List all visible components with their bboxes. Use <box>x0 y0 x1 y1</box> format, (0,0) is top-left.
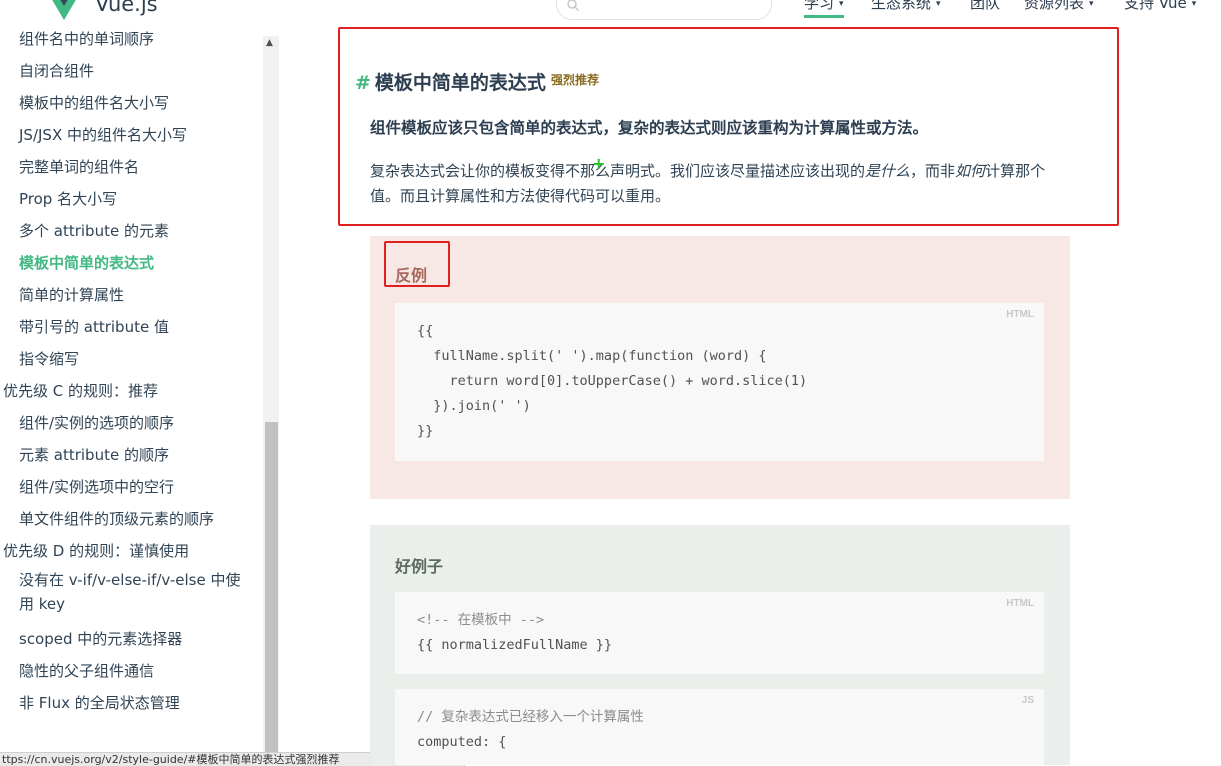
code-lang-label: JS <box>1021 695 1034 706</box>
chevron-down-icon: ▾ <box>1089 0 1094 9</box>
sidebar-item-priority-c[interactable]: 优先级 C 的规则：推荐 <box>3 380 158 401</box>
para-em-what: 是什么 <box>865 162 911 180</box>
sidebar-item-priority-d[interactable]: 优先级 D 的规则：谨慎使用 <box>3 540 189 561</box>
search-input[interactable] <box>556 0 772 20</box>
anchor-hash[interactable]: # <box>355 72 371 94</box>
sidebar-item-directive-shorthand[interactable]: 指令缩写 <box>19 348 79 369</box>
sidebar-item-prop-casing[interactable]: Prop 名大小写 <box>19 188 117 209</box>
code-lang-label: HTML <box>1006 598 1034 609</box>
code-block-good-html: HTML <!-- 在模板中 --> {{ normalizedFullName… <box>395 592 1044 674</box>
good-example-panel: 好例子 HTML <!-- 在模板中 --> {{ normalizedFull… <box>370 525 1070 765</box>
scroll-up-arrow-icon[interactable]: ▲ <box>266 38 273 48</box>
sidebar-item-template-casing[interactable]: 模板中的组件名大小写 <box>19 92 169 113</box>
priority-badge: 强烈推荐 <box>551 73 600 87</box>
scrollbar-thumb[interactable] <box>265 422 278 765</box>
label-highlight-box <box>384 241 450 287</box>
code-lang-label: HTML <box>1006 309 1034 320</box>
rule-summary: 组件模板应该只包含简单的表达式，复杂的表达式则应该重构为计算属性或方法。 <box>370 119 929 137</box>
code-block-bad: HTML {{ fullName.split(' ').map(function… <box>395 303 1044 461</box>
sidebar-item-empty-lines[interactable]: 组件/实例选项中的空行 <box>19 476 174 497</box>
sidebar-item-scoped-selector[interactable]: scoped 中的元素选择器 <box>19 628 182 649</box>
para-text-1: 复杂表达式会让你的模板变得不那么声明式。我们应该尽量描述应该出现的 <box>370 162 866 180</box>
para-em-how: 如何 <box>955 162 986 180</box>
nav-support[interactable]: 支持 Vue ▾ <box>1124 0 1196 13</box>
nav-team-label: 团队 <box>970 0 1001 12</box>
brand-name[interactable]: Vue.js <box>95 0 158 16</box>
nav-support-label: 支持 Vue <box>1124 0 1187 12</box>
nav-ecosystem[interactable]: 生态系统 ▾ <box>871 0 941 13</box>
nav-resources[interactable]: 资源列表 ▾ <box>1024 0 1094 13</box>
sidebar-item-quoted-attribute[interactable]: 带引号的 attribute 值 <box>19 316 169 337</box>
sidebar-item-simple-computed[interactable]: 简单的计算属性 <box>19 284 124 305</box>
code-block-good-js: JS // 复杂表达式已经移入一个计算属性 computed: { <box>395 689 1044 765</box>
sidebar-item-attribute-order[interactable]: 元素 attribute 的顺序 <box>19 444 169 465</box>
nav-learn[interactable]: 学习 ▾ <box>804 0 844 18</box>
sidebar-item-jsx-casing[interactable]: JS/JSX 中的组件名大小写 <box>19 124 187 145</box>
cursor-crosshair-icon: + <box>592 154 606 173</box>
search-icon <box>567 0 579 11</box>
nav-learn-label: 学习 <box>804 0 835 12</box>
section-title-text: 模板中简单的表达式 <box>374 72 546 94</box>
sidebar-item-sfc-order[interactable]: 单文件组件的顶级元素的顺序 <box>19 508 214 529</box>
chevron-down-icon: ▾ <box>1191 0 1197 9</box>
sidebar-item-options-order[interactable]: 组件/实例的选项的顺序 <box>19 412 174 433</box>
sidebar-item-full-word[interactable]: 完整单词的组件名 <box>19 156 139 177</box>
para-text-2: ，而非 <box>910 162 956 180</box>
rule-explanation: 复杂表达式会让你的模板变得不那么声明式。我们应该尽量描述应该出现的是什么，而非如… <box>370 159 1070 209</box>
sidebar-item-v-if-key[interactable]: 没有在 v-if/v-else-if/v-else 中使用 key <box>19 568 255 616</box>
code-text: computed: { <box>417 734 507 750</box>
good-example-label: 好例子 <box>395 557 444 576</box>
top-nav-bar: Vue.js 学习 ▾ 生态系统 ▾ 团队 资源列表 ▾ 支持 Vue ▾ <box>0 0 1221 22</box>
code-text: {{ normalizedFullName }} <box>417 637 613 653</box>
nav-team[interactable]: 团队 <box>970 0 1000 13</box>
sidebar-item-non-flux[interactable]: 非 Flux 的全局状态管理 <box>19 692 180 713</box>
sidebar-item-multi-attribute[interactable]: 多个 attribute 的元素 <box>19 220 169 241</box>
chevron-down-icon: ▾ <box>936 0 941 9</box>
chevron-down-icon: ▾ <box>839 0 844 9</box>
sidebar-item-word-order[interactable]: 组件名中的单词顺序 <box>19 28 154 49</box>
vue-logo-icon[interactable] <box>44 0 84 22</box>
sidebar: 组件名中的单词顺序 自闭合组件 模板中的组件名大小写 JS/JSX 中的组件名大… <box>0 22 262 765</box>
nav-ecosystem-label: 生态系统 <box>871 0 932 12</box>
code-comment: <!-- 在模板中 --> <box>417 612 545 628</box>
sidebar-item-self-closing[interactable]: 自闭合组件 <box>19 60 94 81</box>
nav-resources-label: 资源列表 <box>1024 0 1085 12</box>
code-text: {{ fullName.split(' ').map(function (wor… <box>417 323 808 439</box>
bad-example-panel: 反例 HTML {{ fullName.split(' ').map(funct… <box>370 236 1070 499</box>
sidebar-item-simple-expressions[interactable]: 模板中简单的表达式 <box>19 252 154 273</box>
code-comment: // 复杂表达式已经移入一个计算属性 <box>417 709 644 725</box>
section-heading[interactable]: # 模板中简单的表达式 <box>355 68 546 95</box>
sidebar-item-implicit-communication[interactable]: 隐性的父子组件通信 <box>19 660 154 681</box>
